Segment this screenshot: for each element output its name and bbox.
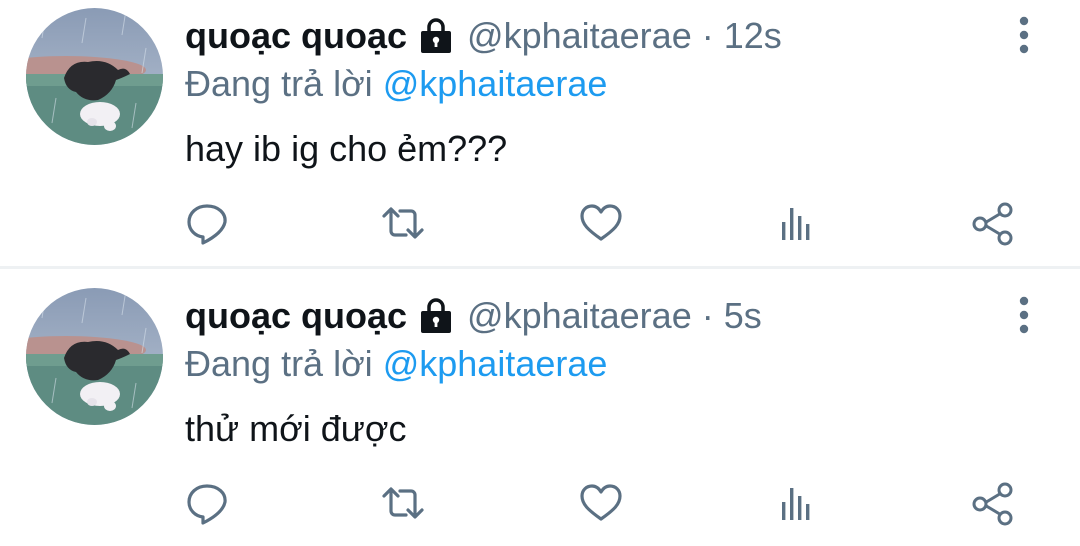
separator-dot: · [701, 295, 714, 336]
share-icon [972, 482, 1013, 526]
avatar-image [26, 288, 163, 425]
retweet-icon [382, 487, 424, 519]
tweet-header: quoạc quoạc @kphaitaerae · 5s [185, 292, 762, 340]
tweet-divider [0, 266, 1080, 269]
tweet-text: hay ib ig cho ẻm??? [185, 128, 508, 169]
timestamp[interactable]: 5s [724, 292, 762, 340]
separator-dot: · [701, 15, 714, 56]
share-button[interactable] [970, 200, 1016, 246]
lock-icon [417, 297, 455, 335]
reply-to-handle[interactable]: @kphaitaerae [383, 63, 608, 104]
reply-prefix: Đang trả lời [185, 63, 373, 104]
reply-button[interactable] [184, 200, 230, 246]
share-button[interactable] [970, 480, 1016, 526]
avatar[interactable] [26, 288, 163, 425]
timestamp[interactable]: 12s [724, 12, 782, 60]
display-name[interactable]: quoạc quoạc [185, 292, 407, 340]
reply-context: Đang trả lời @kphaitaerae [185, 340, 607, 388]
more-vertical-icon[interactable] [1008, 294, 1040, 336]
more-vertical-icon[interactable] [1008, 14, 1040, 56]
stats-icon [782, 488, 810, 520]
retweet-icon [382, 207, 424, 239]
retweet-button[interactable] [380, 480, 426, 526]
tweet-header: quoạc quoạc @kphaitaerae · 12s [185, 12, 782, 60]
avatar-image [26, 8, 163, 145]
reply-prefix: Đang trả lời [185, 343, 373, 384]
avatar[interactable] [26, 8, 163, 145]
reply-button[interactable] [184, 480, 230, 526]
share-icon [972, 202, 1013, 246]
like-button[interactable] [578, 480, 624, 526]
stats-button[interactable] [774, 480, 820, 526]
display-name[interactable]: quoạc quoạc [185, 12, 407, 60]
lock-icon [417, 17, 455, 55]
tweet[interactable]: quoạc quoạc @kphaitaerae · 12s Đang trả … [0, 0, 1080, 269]
stats-icon [782, 208, 810, 240]
like-button[interactable] [578, 200, 624, 246]
reply-to-handle[interactable]: @kphaitaerae [383, 343, 608, 384]
tweet[interactable]: quoạc quoạc @kphaitaerae · 5s Đang trả l… [0, 280, 1080, 546]
reply-context: Đang trả lời @kphaitaerae [185, 60, 607, 108]
reply-icon [187, 204, 227, 245]
like-icon [580, 204, 622, 241]
tweet-text: thử mới được [185, 408, 407, 449]
reply-icon [187, 484, 227, 525]
user-handle[interactable]: @kphaitaerae [467, 292, 692, 340]
like-icon [580, 484, 622, 521]
retweet-button[interactable] [380, 200, 426, 246]
stats-button[interactable] [774, 200, 820, 246]
user-handle[interactable]: @kphaitaerae [467, 12, 692, 60]
